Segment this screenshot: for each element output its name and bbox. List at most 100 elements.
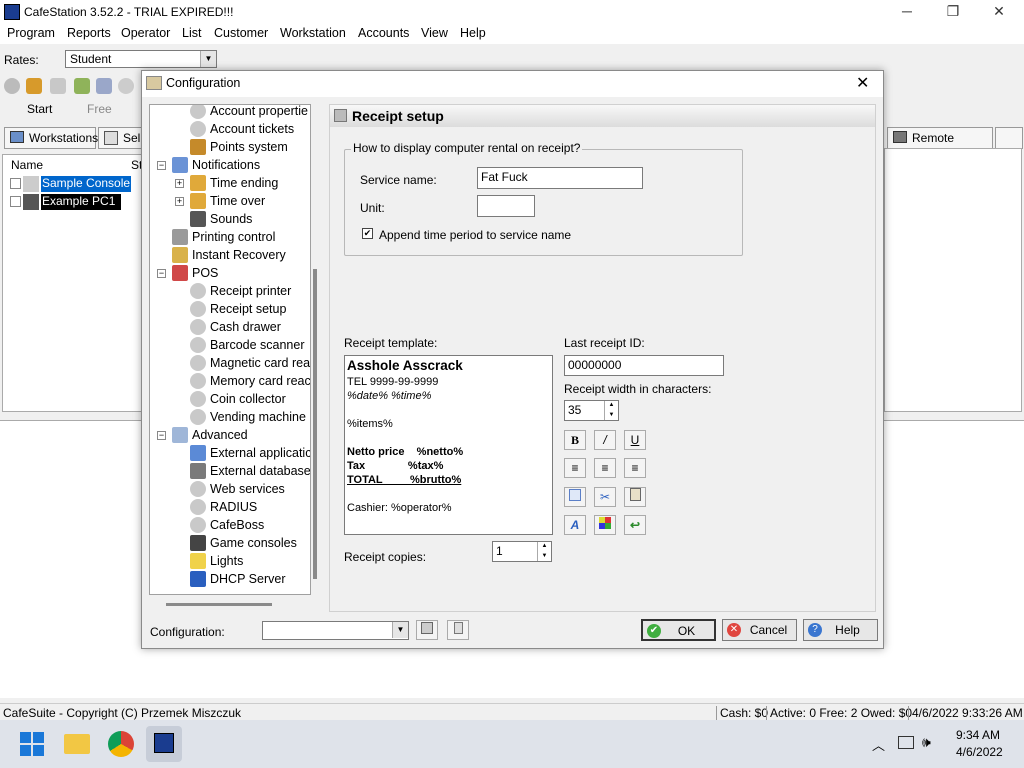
close-button[interactable]: ✕ [976, 0, 1022, 24]
menu-workstation[interactable]: Workstation [280, 26, 346, 40]
tree-item-cafeboss[interactable]: CafeBoss [190, 516, 300, 534]
toolbar-free[interactable]: Free [87, 102, 112, 116]
menu-customer[interactable]: Customer [214, 26, 268, 40]
append-checkbox[interactable]: ✔ [362, 228, 373, 239]
stack-icon[interactable] [74, 78, 90, 94]
tree-item-time-over[interactable]: + Time over [175, 192, 300, 210]
service-name-input[interactable]: Fat Fuck [477, 167, 643, 189]
align-right-button[interactable]: ≡ [624, 458, 646, 478]
italic-button[interactable]: / [594, 430, 616, 450]
menu-accounts[interactable]: Accounts [358, 26, 409, 40]
copy-button[interactable] [564, 487, 586, 507]
underline-button[interactable]: U [624, 430, 646, 450]
cut-button[interactable]: ✂ [594, 487, 616, 507]
taskbar-date[interactable]: 4/6/2022 [956, 745, 1003, 759]
bold-button[interactable]: B [564, 430, 586, 450]
chevron-down-icon[interactable]: ▼ [392, 622, 408, 638]
save-config-button[interactable] [416, 620, 438, 640]
cancel-button[interactable]: ✕ Cancel [722, 619, 797, 641]
collapse-icon[interactable]: − [157, 269, 166, 278]
tree-item-receipt-printer[interactable]: Receipt printer [190, 282, 300, 300]
stop-icon[interactable] [118, 78, 134, 94]
spin-up-icon[interactable]: ▲ [537, 542, 551, 551]
file-explorer-icon[interactable] [64, 734, 90, 754]
undo-button[interactable]: ↩ [624, 515, 646, 535]
tree-item-external-applicatic[interactable]: External applicatic [190, 444, 310, 462]
receipt-template-editor[interactable]: Asshole Asscrack TEL 9999-99-9999 %date% %… [344, 355, 553, 535]
tree-item-radius[interactable]: RADIUS [190, 498, 300, 516]
receipt-copies-stepper[interactable]: 1 ▲ ▼ [492, 541, 552, 562]
font-button[interactable]: A [564, 515, 586, 535]
list-item[interactable]: Example PC1 [9, 194, 141, 210]
minimize-button[interactable]: ─ [884, 0, 930, 24]
tab-sell[interactable]: Sell [98, 127, 143, 149]
tree-item-external-database[interactable]: External database [190, 462, 310, 480]
tab-overflow[interactable] [995, 127, 1023, 149]
power-icon[interactable] [4, 78, 20, 94]
help-button[interactable]: ? Help [803, 619, 878, 641]
tree-item-sounds[interactable]: Sounds [190, 210, 300, 228]
tree-item-magnetic-card-rea[interactable]: Magnetic card rea [190, 354, 310, 372]
receipt-width-stepper[interactable]: 35 ▲ ▼ [564, 400, 619, 421]
column-header-name[interactable]: Name [11, 158, 43, 172]
list-item[interactable]: Sample Console [9, 176, 141, 192]
taskbar-time[interactable]: 9:34 AM [956, 728, 1000, 742]
chevron-up-icon[interactable]: ︿ [872, 735, 885, 754]
ok-button[interactable]: ✔ OK [641, 619, 716, 641]
dialog-close-button[interactable]: ✕ [856, 73, 869, 93]
collapse-icon[interactable]: − [157, 161, 166, 170]
tree-item-coin-collector[interactable]: Coin collector [190, 390, 300, 408]
tree-item-web-services[interactable]: Web services [190, 480, 300, 498]
cafestation-taskbar-icon[interactable] [146, 726, 182, 762]
checkbox[interactable] [10, 178, 21, 189]
tree-item-account-propertie[interactable]: Account propertie [190, 105, 308, 120]
tree-item-time-ending[interactable]: + Time ending [175, 174, 300, 192]
tree-item-dhcp-server[interactable]: DHCP Server [190, 570, 300, 588]
spin-down-icon[interactable]: ▼ [537, 551, 551, 561]
unit-input[interactable] [477, 195, 535, 217]
network-icon[interactable] [898, 736, 914, 749]
maximize-button[interactable]: ❐ [930, 0, 976, 24]
align-center-button[interactable]: ≡ [594, 458, 616, 478]
tree-item-pos[interactable]: − POS [157, 264, 300, 282]
delete-config-button[interactable] [447, 620, 469, 640]
menu-program[interactable]: Program [7, 26, 55, 40]
user-icon[interactable] [26, 78, 42, 94]
tree-item-points-system[interactable]: Points system [190, 138, 300, 156]
tree-item-instant-recovery[interactable]: Instant Recovery [172, 246, 300, 264]
align-left-button[interactable]: ≡ [564, 458, 586, 478]
tree-item-receipt-setup[interactable]: Receipt setup [190, 300, 300, 318]
expand-icon[interactable]: + [175, 197, 184, 206]
last-id-input[interactable]: 00000000 [564, 355, 724, 376]
tree-item-vending-machine[interactable]: Vending machine [190, 408, 306, 426]
spin-up-icon[interactable]: ▲ [604, 401, 618, 410]
tree-item-lights[interactable]: Lights [190, 552, 300, 570]
tree-item-memory-card-reac[interactable]: Memory card reac [190, 372, 310, 390]
spin-down-icon[interactable]: ▼ [604, 410, 618, 420]
chevron-down-icon[interactable]: ▼ [200, 51, 216, 67]
menu-help[interactable]: Help [460, 26, 486, 40]
windows-start-icon[interactable] [20, 732, 44, 756]
refresh-icon[interactable] [50, 78, 66, 94]
volume-icon[interactable]: 🕪 [922, 734, 931, 751]
menu-operator[interactable]: Operator [121, 26, 170, 40]
wrench-icon[interactable] [96, 78, 112, 94]
paste-button[interactable] [624, 487, 646, 507]
configuration-select[interactable]: ▼ [262, 621, 409, 640]
menu-view[interactable]: View [421, 26, 448, 40]
checkbox[interactable] [10, 196, 21, 207]
tab-remote-control[interactable]: Remote control [887, 127, 993, 165]
tree-item-printing-control[interactable]: Printing control [172, 228, 300, 246]
toolbar-start[interactable]: Start [27, 102, 52, 116]
rates-select[interactable]: Student ▼ [65, 50, 217, 68]
menu-reports[interactable]: Reports [67, 26, 111, 40]
tab-workstations[interactable]: Workstations [4, 127, 98, 149]
tree-item-barcode-scanner[interactable]: Barcode scanner [190, 336, 305, 354]
tree-vertical-scrollbar[interactable] [312, 104, 320, 595]
tree-item-advanced[interactable]: − Advanced [157, 426, 300, 444]
tree-item-notifications[interactable]: − Notifications [157, 156, 300, 174]
tree-item-cash-drawer[interactable]: Cash drawer [190, 318, 300, 336]
tree-item-game-consoles[interactable]: Game consoles [190, 534, 300, 552]
expand-icon[interactable]: + [175, 179, 184, 188]
chrome-icon[interactable] [108, 731, 134, 757]
